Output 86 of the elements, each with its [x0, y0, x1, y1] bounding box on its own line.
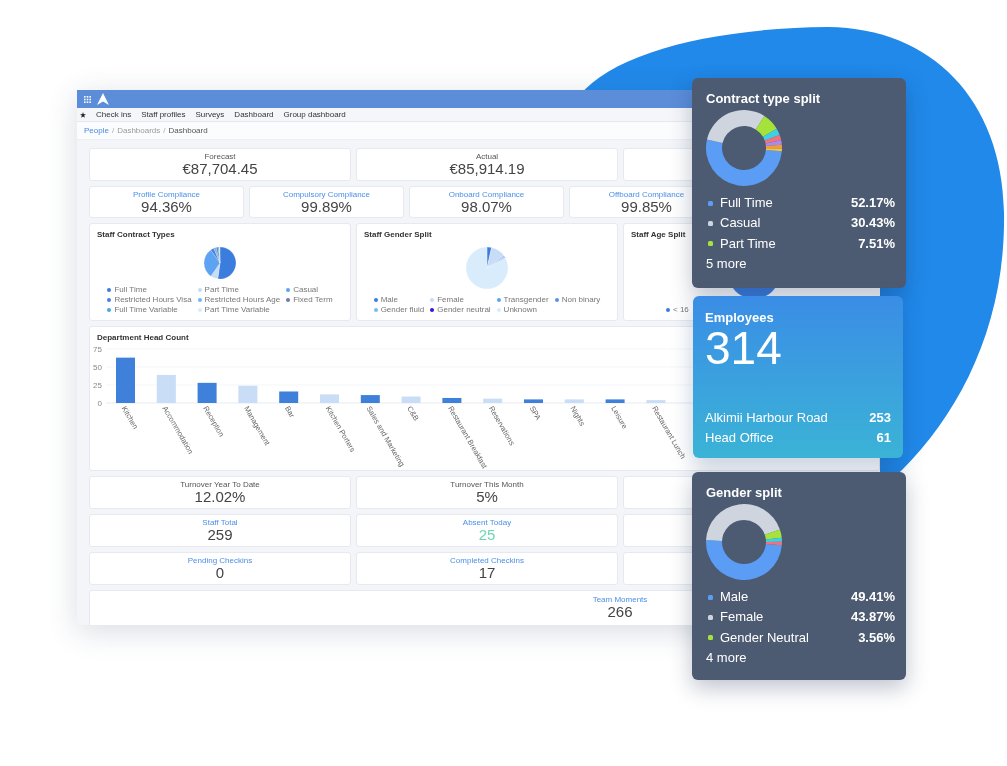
- card-label: Completed Checkins: [450, 556, 524, 565]
- legend-label: Full Time: [720, 195, 773, 212]
- legend-label: Gender fluid: [380, 305, 425, 314]
- legend-label: Male: [720, 589, 749, 606]
- card-label: Compulsory Compliance: [282, 189, 371, 199]
- legend-label: Unknown: [503, 305, 537, 314]
- nav-link[interactable]: Surveys: [195, 110, 225, 119]
- legend-label: Male: [380, 295, 398, 304]
- card-value: 12.02%: [194, 489, 246, 505]
- star-icon[interactable]: [80, 111, 86, 118]
- legend-label: Gender neutral: [437, 305, 491, 314]
- legend-label: Part Time: [204, 285, 239, 294]
- legend-value: 3.56%: [858, 629, 895, 646]
- legend-label: Non binary: [561, 295, 601, 304]
- logo-icon: [97, 93, 109, 105]
- pie-chart: [466, 246, 508, 289]
- legend-label: Restricted Hours Age: [204, 295, 281, 304]
- card-title: Employees: [705, 310, 774, 326]
- nav-link[interactable]: Dashboard: [234, 110, 274, 119]
- legend-label: Gender Neutral: [720, 629, 809, 646]
- card-label: Actual: [475, 152, 499, 161]
- site-count: 61: [876, 429, 891, 446]
- grid-icon[interactable]: [84, 95, 91, 103]
- site-name: Alkimii Harbour Road: [705, 409, 828, 426]
- card-label: Onboard Compliance: [448, 189, 525, 199]
- legend-value: 52.17%: [850, 195, 895, 212]
- chart-title: Department Head Count: [97, 333, 189, 343]
- axis-tick-label: 75: [93, 344, 102, 354]
- chart-title: Gender split: [706, 485, 782, 501]
- nav-link[interactable]: Check ins: [96, 110, 132, 119]
- breadcrumb-link[interactable]: People: [84, 126, 109, 135]
- breadcrumb-separator: /: [163, 126, 166, 135]
- card-label: Pending Checkins: [187, 556, 253, 565]
- legend-label: Fixed Term: [293, 295, 333, 304]
- card-label: Offboard Compliance: [608, 189, 685, 199]
- card-value: €87,704.45: [182, 161, 258, 177]
- card-label: Team Moments: [592, 595, 648, 604]
- card-label: Forecast: [204, 152, 236, 161]
- nav-link[interactable]: Group dashboard: [283, 110, 346, 119]
- card-value: 25: [478, 527, 496, 543]
- nav-link[interactable]: Staff profiles: [141, 110, 186, 119]
- chart-title: Staff Gender Split: [364, 230, 432, 240]
- card-value: 0: [215, 565, 225, 581]
- card-value: 266: [607, 604, 633, 620]
- legend-label: Restricted Hours Visa: [114, 295, 192, 304]
- legend-label: Transgender: [503, 295, 549, 304]
- card-label: Absent Today: [462, 518, 512, 527]
- legend-value: 43.87%: [850, 609, 895, 626]
- legend-label: Full Time Variable: [114, 305, 178, 314]
- more-text: 5 more: [706, 255, 747, 272]
- legend-label: Casual: [720, 215, 761, 232]
- chart-title: Staff Contract Types: [97, 230, 175, 240]
- legend-label: Casual: [293, 285, 319, 294]
- card-value: 17: [478, 565, 496, 581]
- card-value: 98.07%: [461, 198, 512, 215]
- breadcrumb-separator: /: [111, 126, 115, 135]
- card-label: Turnover Year To Date: [180, 480, 260, 489]
- legend-label: Female: [720, 609, 764, 626]
- card-value: 94.36%: [141, 198, 192, 215]
- chart-title: Contract type split: [706, 91, 821, 107]
- legend-value: 49.41%: [850, 589, 895, 606]
- card-value: €85,914.19: [449, 161, 525, 177]
- legend-label: Part Time Variable: [204, 305, 270, 314]
- legend-value: 30.43%: [850, 215, 895, 232]
- site-name: Head Office: [705, 429, 774, 446]
- chart-title: Staff Age Split: [631, 230, 686, 240]
- card-value: 99.89%: [301, 198, 352, 215]
- breadcrumb-current: Dashboard: [168, 126, 208, 135]
- legend-label: < 16: [673, 305, 689, 314]
- card-value: 259: [207, 527, 233, 543]
- card-label: Profile Compliance: [132, 189, 201, 199]
- legend-label: Full Time: [114, 285, 147, 294]
- legend-label: Part Time: [720, 235, 776, 252]
- legend-value: 7.51%: [858, 235, 895, 252]
- axis-tick-label: 25: [93, 380, 102, 390]
- card-value: 99.85%: [621, 198, 672, 215]
- card-value: 5%: [476, 489, 498, 505]
- axis-tick-label: 0: [97, 398, 102, 408]
- legend-label: Female: [437, 295, 464, 304]
- employee-count: 314: [705, 326, 782, 370]
- axis-tick-label: 50: [93, 362, 102, 372]
- more-text: 4 more: [706, 649, 747, 666]
- card-label: Turnover This Month: [450, 480, 524, 489]
- pie-chart: [204, 246, 236, 279]
- card-label: Staff Total: [202, 518, 238, 527]
- site-count: 253: [869, 409, 891, 426]
